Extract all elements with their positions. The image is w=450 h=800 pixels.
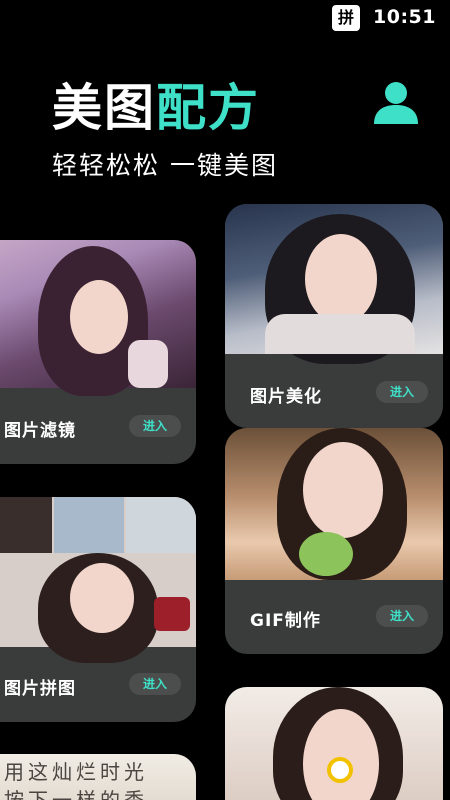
card-text-image[interactable]: 用这灿烂时光 按下一样的季 [0, 754, 196, 800]
text-preview-image: 用这灿烂时光 按下一样的季 [0, 754, 196, 800]
enter-button[interactable]: 进入 [376, 605, 428, 627]
app-title: 美图配方 [52, 78, 260, 138]
user-icon [374, 82, 418, 124]
card-label: 图片美化 [250, 387, 322, 407]
card-gif-maker[interactable]: GIF制作 进入 [225, 428, 443, 654]
app-title-part2: 配方 [156, 79, 260, 137]
app-title-part1: 美图 [52, 79, 156, 137]
card-image-beautify[interactable]: 图片美化 进入 [225, 204, 443, 428]
ime-indicator-icon: 拼 [332, 5, 360, 31]
card-label: 图片拼图 [4, 679, 76, 699]
status-clock: 10:51 [373, 6, 436, 28]
more-preview-image [225, 687, 443, 800]
filter-preview-image [0, 240, 196, 396]
card-image-collage[interactable]: 图片拼图 进入 [0, 497, 196, 722]
enter-button[interactable]: 进入 [129, 415, 181, 437]
enter-button[interactable]: 进入 [129, 673, 181, 695]
status-bar: 拼 10:51 [0, 0, 450, 36]
app-subtitle: 轻轻松松 一键美图 [52, 151, 278, 180]
card-label: GIF制作 [250, 611, 321, 631]
enter-button[interactable]: 进入 [376, 381, 428, 403]
card-more[interactable] [225, 687, 443, 800]
card-label: 图片滤镜 [4, 421, 76, 441]
gif-preview-image [225, 428, 443, 580]
collage-preview-image [0, 497, 196, 663]
beautify-preview-image [225, 204, 443, 364]
handwritten-text: 用这灿烂时光 按下一样的季 [4, 760, 148, 800]
user-profile-button[interactable] [372, 80, 420, 126]
card-image-filter[interactable]: 图片滤镜 进入 [0, 240, 196, 464]
